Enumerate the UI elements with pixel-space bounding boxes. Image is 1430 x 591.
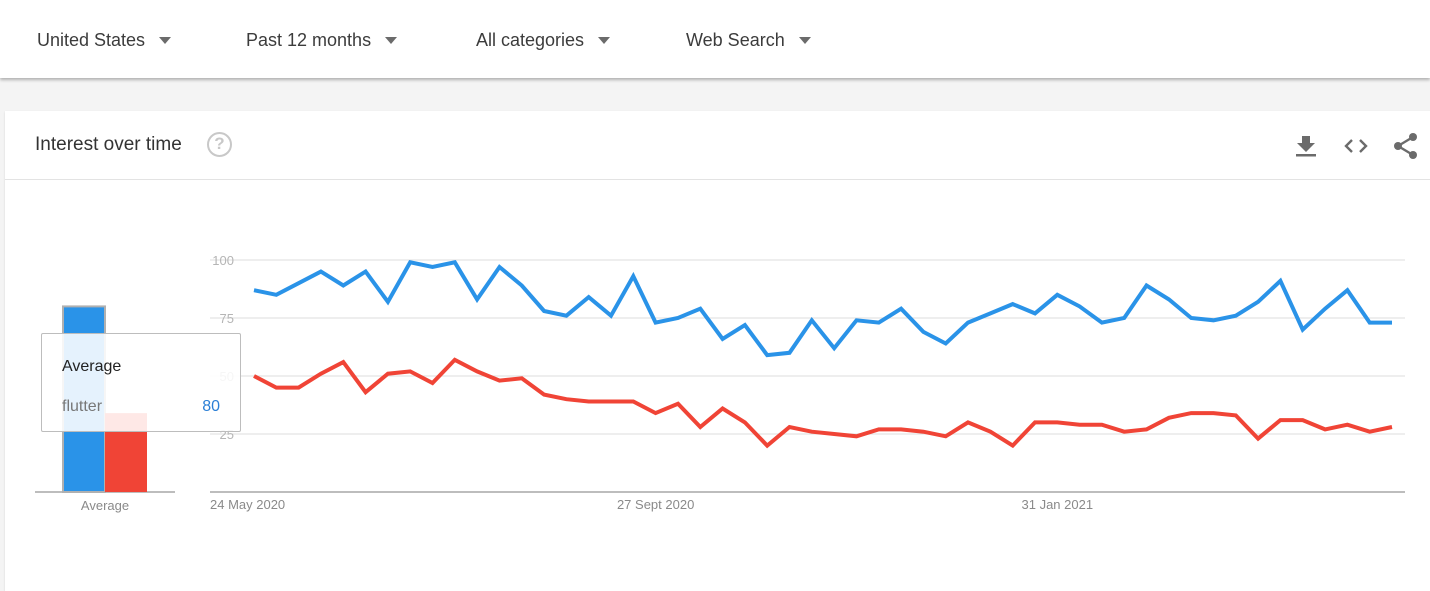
series-lines[interactable]	[253, 260, 1393, 449]
series-line-series-2[interactable]	[253, 357, 1393, 449]
tooltip-title: Average	[62, 358, 122, 375]
y-tick-label: 75	[220, 311, 234, 326]
x-tick-label: 27 Sept 2020	[617, 497, 694, 512]
tooltip-term: flutter	[62, 398, 103, 415]
y-tick-label: 100	[212, 253, 234, 268]
x-tick-label: 24 May 2020	[210, 497, 285, 512]
x-tick-labels: 24 May 2020 27 Sept 2020 31 Jan 2021	[210, 497, 1093, 512]
interest-chart: 255075100 24 May 202027 Sept 202031 Jan …	[35, 253, 1405, 513]
average-tooltip: Average flutter 80	[41, 333, 241, 432]
x-tick-label: 31 Jan 2021	[1022, 497, 1094, 512]
series-line-flutter[interactable]	[253, 260, 1392, 358]
tooltip-value: 80	[202, 398, 220, 415]
gridlines	[210, 259, 1405, 493]
average-axis-label: Average	[81, 498, 129, 513]
